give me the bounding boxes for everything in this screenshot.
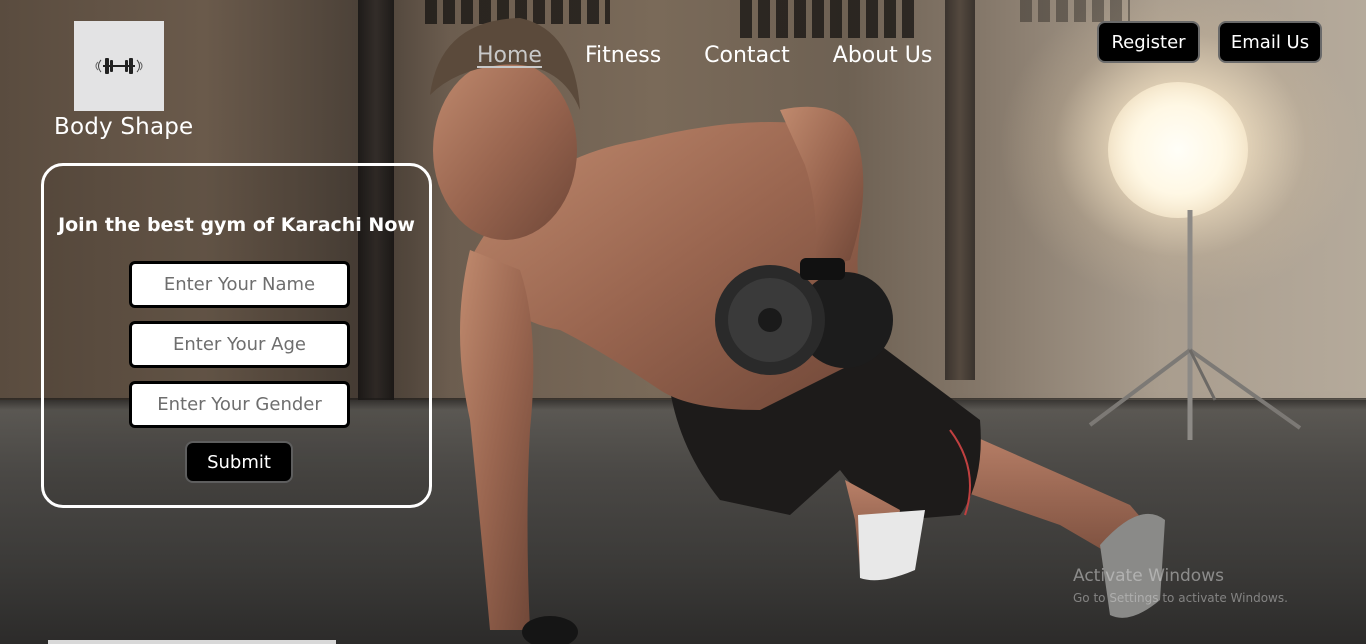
- signup-form: Join the best gym of Karachi Now Submit: [41, 163, 432, 508]
- activation-watermark-subtitle: Go to Settings to activate Windows.: [1073, 591, 1288, 605]
- activation-watermark-title: Activate Windows: [1073, 566, 1224, 586]
- brand-name: Body Shape: [54, 114, 194, 140]
- name-input[interactable]: [129, 261, 350, 308]
- email-us-button[interactable]: Email Us: [1218, 21, 1322, 63]
- bottom-scroll-strip: [48, 640, 336, 644]
- nav-item-contact[interactable]: Contact: [704, 43, 790, 68]
- age-input[interactable]: [129, 321, 350, 368]
- nav-item-about-us[interactable]: About Us: [833, 43, 933, 68]
- form-title: Join the best gym of Karachi Now: [58, 214, 415, 236]
- submit-button[interactable]: Submit: [185, 441, 293, 483]
- nav-item-fitness[interactable]: Fitness: [585, 43, 661, 68]
- main-nav: Home Fitness Contact About Us: [477, 43, 975, 68]
- logo[interactable]: [74, 21, 164, 111]
- register-button[interactable]: Register: [1097, 21, 1200, 63]
- dumbbell-icon: [95, 58, 143, 74]
- nav-item-home[interactable]: Home: [477, 43, 542, 68]
- gender-input[interactable]: [129, 381, 350, 428]
